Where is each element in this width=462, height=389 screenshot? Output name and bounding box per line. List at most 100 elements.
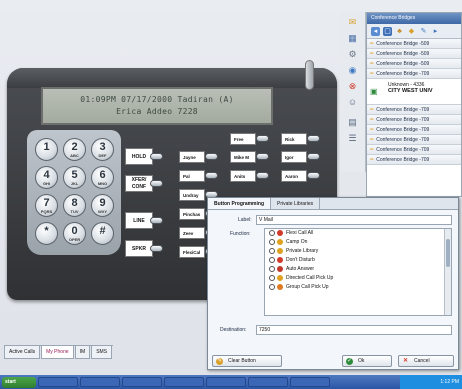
speaker-led — [150, 245, 163, 252]
function-item[interactable]: Directed Call Pick Up — [265, 274, 451, 283]
scroll-thumb[interactable] — [446, 239, 450, 267]
key-6[interactable]: 6 MNO — [91, 166, 114, 189]
key-7[interactable]: 7 PQRS — [35, 194, 58, 217]
function-item[interactable]: Don't Disturb — [265, 256, 451, 265]
taskbar-app[interactable] — [290, 377, 330, 387]
conference-bridge-item[interactable]: ✏ Conference Bridge -509 — [367, 39, 461, 49]
conference-bridge-item[interactable]: ✏ Conference Bridge -509 — [367, 49, 461, 59]
conference-bridge-item[interactable]: ✏ Conference Bridge -709 — [367, 69, 461, 79]
conference-bridge-item[interactable]: ✏ Conference Bridge -709 — [367, 155, 461, 165]
radio-button[interactable] — [269, 247, 275, 254]
tab-active-calls[interactable]: Active Calls — [4, 346, 41, 359]
function-caption: Function: — [230, 231, 251, 237]
people-icon[interactable]: ♣ — [395, 27, 404, 36]
key-4[interactable]: 4 GHI — [35, 166, 58, 189]
taskbar-app[interactable] — [122, 377, 162, 387]
function-item[interactable]: Camp On — [265, 238, 451, 247]
function-item[interactable]: Flexi Call All — [265, 229, 451, 238]
link-icon[interactable]: ✎ — [419, 27, 428, 36]
function-item[interactable]: Auto Answer — [265, 265, 451, 274]
start-button[interactable]: start — [2, 376, 36, 388]
xfer-conf-button[interactable]: XFER/ CONF — [125, 175, 153, 192]
prog-key-pinchas[interactable]: Pinchas — [179, 208, 205, 220]
radio-button[interactable] — [269, 274, 275, 281]
line-button[interactable]: LINE — [125, 212, 153, 229]
key-1[interactable]: 1 — [35, 138, 58, 161]
taskbar-app[interactable] — [38, 377, 78, 387]
key-star[interactable]: * — [35, 222, 58, 245]
conference-bridge-item[interactable]: ✏ Conference Bridge -709 — [367, 145, 461, 155]
radio-button[interactable] — [269, 256, 275, 263]
auto-answer-icon — [277, 265, 283, 272]
close-icon[interactable]: ⊗ — [346, 80, 359, 92]
tab-button-programming[interactable]: Button Programming — [208, 198, 271, 209]
prog-key-aaron[interactable]: Aaron — [281, 170, 307, 182]
conference-bridge-item[interactable]: ✏ Conference Bridge -709 — [367, 125, 461, 135]
window-icon[interactable]: ▢ — [383, 26, 392, 36]
prog-key-zeev[interactable]: Zeev — [179, 227, 205, 239]
destination-input[interactable]: 7250 — [256, 325, 452, 335]
prog-key-anits[interactable]: Anits — [230, 170, 256, 182]
do-not-disturb-icon — [277, 256, 283, 263]
back-icon[interactable]: ◂ — [371, 26, 380, 36]
prog-key-undray[interactable]: Undray — [179, 189, 205, 201]
prog-key-free[interactable]: Free — [230, 133, 256, 145]
speaker-button[interactable]: SPKR — [125, 240, 153, 257]
key-8[interactable]: 8 TUV — [63, 194, 86, 217]
clear-button[interactable]: ✎ Clear Button — [212, 355, 282, 367]
taskbar-app[interactable] — [80, 377, 120, 387]
taskbar-app[interactable] — [164, 377, 204, 387]
prog-key-jayne[interactable]: Jayne — [179, 151, 205, 163]
conference-panel: Conference Bridges ◂ ▢ ♣ ◆ ✎ ▸ ✏ Conferen… — [366, 12, 462, 197]
note-icon[interactable]: ▤ — [346, 116, 359, 128]
prog-key-pal[interactable]: Pal — [179, 170, 205, 182]
envelope-icon[interactable]: ✉ — [346, 16, 359, 28]
pickup-icon — [277, 274, 283, 281]
radio-button[interactable] — [269, 283, 275, 290]
cancel-button[interactable]: ✕ Cancel — [398, 355, 454, 367]
function-scrollbar[interactable] — [444, 229, 451, 315]
calendar-icon[interactable]: ▦ — [346, 32, 359, 44]
taskbar-app[interactable] — [248, 377, 288, 387]
phone-top-bezel — [7, 68, 337, 88]
tab-sms[interactable]: SMS — [91, 346, 113, 359]
tab-my-phone[interactable]: My Phone — [41, 346, 74, 359]
conference-bridge-item[interactable]: ✏ Conference Bridge -709 — [367, 105, 461, 115]
key-5[interactable]: 5 JKL — [63, 166, 86, 189]
users-icon[interactable]: ☺ — [346, 96, 359, 108]
radio-button[interactable] — [269, 265, 275, 272]
radio-button[interactable] — [269, 229, 275, 236]
conference-bridge-item[interactable]: ✏ Conference Bridge -709 — [367, 115, 461, 125]
hold-button[interactable]: HOLD — [125, 148, 153, 165]
tab-private-libraries[interactable]: Private Libraries — [271, 198, 321, 209]
key-pound[interactable]: # — [91, 222, 114, 245]
prog-key-rick[interactable]: Rick — [281, 133, 307, 145]
gear-icon[interactable]: ⚙ — [346, 48, 359, 60]
key-9[interactable]: 9 WXY — [91, 194, 114, 217]
prog-key-igor[interactable]: Igor — [281, 151, 307, 163]
function-item[interactable]: Group Call Pick Up — [265, 283, 451, 292]
radio-button[interactable] — [269, 238, 275, 245]
tab-im[interactable]: IM — [74, 346, 91, 359]
ok-button[interactable]: ✓ Ok — [342, 355, 392, 367]
conference-bridge-item[interactable]: ✏ Conference Bridge -709 — [367, 135, 461, 145]
active-contact[interactable]: ▣ Unknown - 4336 CITY WEST UNIV — [367, 79, 461, 105]
label-input[interactable]: V Mail — [256, 215, 452, 225]
conference-bridge-item[interactable]: ✏ Conference Bridge -509 — [367, 59, 461, 69]
function-item[interactable]: Private Library — [265, 247, 451, 256]
key-2[interactable]: 2 ABC — [63, 138, 86, 161]
hold-led — [150, 153, 163, 160]
pencil-icon: ✏ — [370, 41, 375, 47]
prog-key-flexical[interactable]: FlexiCal — [179, 246, 205, 258]
prog-key-mike[interactable]: Mike M — [230, 151, 256, 163]
shield-icon[interactable]: ◆ — [407, 27, 416, 36]
flexi-call-icon — [277, 229, 283, 236]
next-icon[interactable]: ▸ — [431, 27, 440, 36]
key-3[interactable]: 3 DEF — [91, 138, 114, 161]
key-0[interactable]: 0 OPER — [63, 222, 86, 245]
list-icon[interactable]: ☰ — [346, 132, 359, 144]
pencil-icon: ✏ — [370, 51, 375, 57]
taskbar-app[interactable] — [206, 377, 246, 387]
function-list[interactable]: Flexi Call All Camp On Private Library D… — [264, 228, 452, 316]
globe-icon[interactable]: ◉ — [346, 64, 359, 76]
